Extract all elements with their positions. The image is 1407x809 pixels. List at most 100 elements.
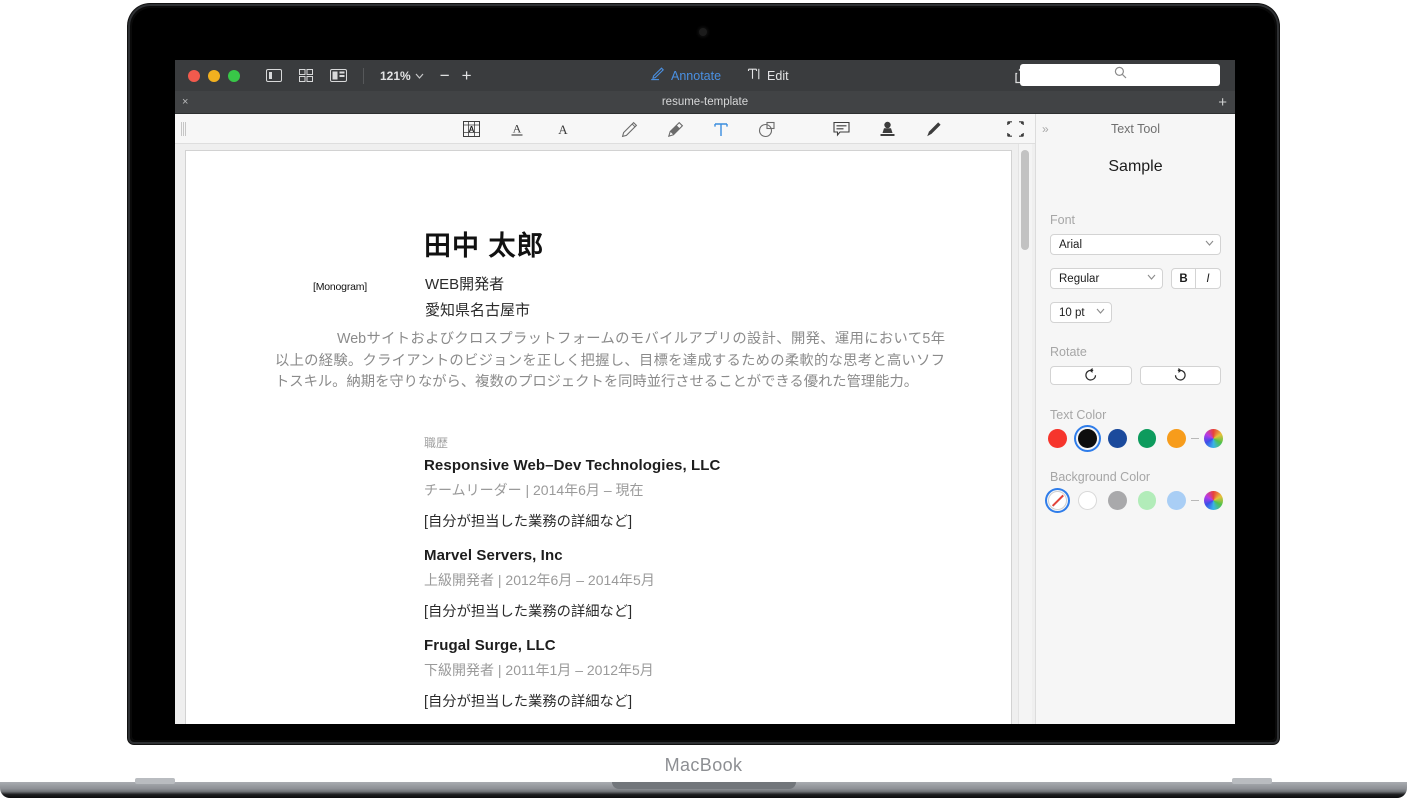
font-family-select[interactable]: Arial — [1050, 234, 1221, 255]
background-color-white[interactable] — [1077, 491, 1097, 510]
tab-bar: × resume-template + — [175, 91, 1235, 114]
text-color-green[interactable] — [1137, 429, 1157, 448]
job-company[interactable]: Frugal Surge, LLC — [424, 637, 984, 654]
stamp-icon[interactable] — [874, 118, 900, 140]
text-color-swatches — [1048, 425, 1223, 452]
document-page[interactable]: [Monogram] 田中 太郎 WEB開発者 愛知県名古屋市 Webサイトおよ… — [186, 151, 1011, 724]
background-color-swatches — [1045, 488, 1224, 513]
shapes-icon[interactable] — [754, 118, 780, 140]
macbook-wordmark: MacBook — [664, 755, 743, 775]
text-color-group: Text Color — [1036, 408, 1235, 452]
list-item[interactable]: Responsive Web–Dev Technologies, LLC チーム… — [424, 457, 984, 531]
svg-text:A: A — [558, 122, 568, 137]
laptop-foot-right — [1232, 778, 1272, 784]
job-description[interactable]: [自分が担当した業務の詳細など] — [424, 510, 984, 531]
background-color-label: Background Color — [1050, 470, 1151, 484]
font-sample-preview: Sample — [1108, 158, 1163, 175]
view-mode-icons[interactable] — [265, 68, 347, 83]
list-item[interactable]: Marvel Servers, Inc 上級開発者 | 2012年6月 – 20… — [424, 547, 984, 621]
cv-name[interactable]: 田中 太郎 — [424, 224, 545, 263]
tab-title-resume-template[interactable]: resume-template — [175, 96, 1235, 108]
font-style-value: Regular — [1059, 272, 1100, 285]
zoom-level-label[interactable]: 121% — [380, 69, 411, 83]
search-input[interactable] — [1020, 64, 1220, 86]
background-color-group: Background Color — [1036, 470, 1235, 513]
rotate-group-label: Rotate — [1050, 345, 1087, 359]
zoom-control[interactable]: 121% — [380, 69, 424, 83]
app-window: 121% − + Annotate Edit × resume-template… — [175, 60, 1235, 724]
cv-location[interactable]: 愛知県名古屋市 — [425, 299, 530, 320]
tab-annotate[interactable]: Annotate — [650, 67, 721, 84]
toolbar-divider — [363, 67, 364, 84]
list-item[interactable]: Frugal Surge, LLC 下級開発者 | 2011年1月 – 2012… — [424, 637, 984, 711]
font-style-row: Regular B I — [1050, 268, 1221, 289]
maximize-window-button[interactable] — [228, 69, 240, 82]
crop-select-icon[interactable] — [1002, 118, 1028, 140]
minimize-window-button[interactable] — [208, 69, 220, 82]
job-description[interactable]: [自分が担当した業務の詳細など] — [424, 690, 984, 711]
split-view-icon[interactable] — [329, 68, 347, 83]
pencil-icon[interactable] — [616, 118, 642, 140]
rotate-group: Rotate — [1036, 345, 1235, 385]
note-icon[interactable] — [828, 118, 854, 140]
rotate-clockwise-button[interactable] — [1139, 366, 1221, 385]
collapse-sidebar-button[interactable]: » — [1042, 122, 1049, 136]
cv-role[interactable]: WEB開発者 — [425, 273, 504, 294]
job-company[interactable]: Responsive Web–Dev Technologies, LLC — [424, 457, 984, 474]
font-size-value: 10 pt — [1059, 306, 1085, 319]
zoom-out-button[interactable]: − — [440, 67, 450, 84]
bold-button[interactable]: B — [1171, 268, 1196, 289]
highlighter-icon[interactable] — [662, 118, 688, 140]
background-color-light-blue[interactable] — [1167, 491, 1187, 510]
italic-button[interactable]: I — [1196, 268, 1221, 289]
font-family-value: Arial — [1059, 238, 1083, 251]
job-description[interactable]: [自分が担当した業務の詳細など] — [424, 600, 984, 621]
text-color-orange[interactable] — [1167, 429, 1187, 448]
document-scroll-area[interactable]: [Monogram] 田中 太郎 WEB開発者 愛知県名古屋市 Webサイトおよ… — [175, 144, 1035, 724]
text-color-red[interactable] — [1048, 429, 1067, 448]
rotate-buttons-row — [1050, 366, 1221, 385]
tab-edit[interactable]: Edit — [747, 67, 789, 84]
chevron-down-icon — [1096, 306, 1105, 316]
close-window-button[interactable] — [188, 69, 200, 82]
font-size-select[interactable]: 10 pt — [1050, 302, 1112, 323]
tab-annotate-label: Annotate — [671, 68, 722, 83]
font-style-select[interactable]: Regular — [1050, 268, 1163, 289]
chevron-down-icon[interactable] — [415, 71, 424, 81]
document-scrollbar-thumb[interactable] — [1021, 150, 1029, 250]
monogram-placeholder[interactable]: [Monogram] — [313, 281, 367, 293]
webcam-icon — [699, 28, 707, 36]
grid-view-icon[interactable] — [297, 68, 315, 83]
text-color-blue[interactable] — [1107, 429, 1127, 448]
background-color-light-green[interactable] — [1137, 491, 1157, 510]
text-color-wheel-icon[interactable] — [1204, 429, 1223, 448]
signature-icon[interactable] — [920, 118, 946, 140]
background-color-gray[interactable] — [1107, 491, 1127, 510]
text-style-icon[interactable]: A — [550, 118, 576, 140]
rotate-counterclockwise-button[interactable] — [1050, 366, 1132, 385]
text-color-black[interactable] — [1073, 425, 1101, 452]
ocr-text-icon[interactable]: A — [458, 118, 484, 140]
cv-section-label-work-history: 職歴 — [424, 436, 449, 450]
search-icon — [1114, 66, 1127, 84]
underline-text-icon[interactable]: A — [504, 118, 530, 140]
swatch-connector — [1191, 500, 1200, 501]
new-tab-button[interactable]: + — [1218, 95, 1227, 110]
annotation-tools: A A A — [458, 114, 1028, 144]
toolbar-drag-handle[interactable] — [181, 122, 186, 136]
job-meta[interactable]: チームリーダー | 2014年6月 – 現在 — [424, 480, 984, 500]
sidebar-view-icon[interactable] — [265, 68, 283, 83]
window-controls[interactable] — [175, 69, 240, 82]
background-color-none[interactable] — [1045, 488, 1070, 513]
job-company[interactable]: Marvel Servers, Inc — [424, 547, 984, 564]
job-meta[interactable]: 下級開発者 | 2011年1月 – 2012年5月 — [424, 660, 984, 680]
chevron-down-icon — [1147, 272, 1156, 282]
cv-summary[interactable]: Webサイトおよびクロスプラットフォームのモバイルアプリの設計、開発、運用におい… — [275, 329, 945, 394]
background-color-wheel-icon[interactable] — [1204, 491, 1224, 510]
rotate-cw-icon — [1173, 367, 1187, 384]
document-column: A A A [Monogram] 田中 太郎 WEB開発者 愛知県名古屋市 We… — [175, 114, 1035, 724]
rotate-ccw-icon — [1084, 367, 1098, 384]
job-meta[interactable]: 上級開発者 | 2012年6月 – 2014年5月 — [424, 570, 984, 590]
zoom-in-button[interactable]: + — [462, 67, 472, 84]
text-tool-icon[interactable] — [708, 118, 734, 140]
